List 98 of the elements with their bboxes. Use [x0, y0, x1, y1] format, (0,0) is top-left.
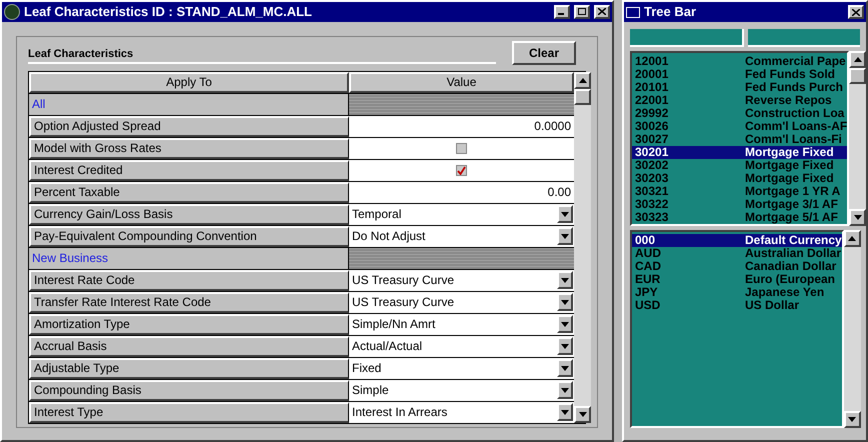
close-button[interactable] [594, 4, 610, 19]
caret-icon [561, 234, 569, 238]
dropdown[interactable]: Simple [349, 380, 574, 400]
row-label: Interest Credited [29, 160, 349, 180]
scroll-down-button[interactable] [844, 411, 861, 428]
row-label: Pay-Equivalent Compounding Convention [29, 226, 349, 246]
list-item[interactable]: 30321 Mortgage 1 YR A [632, 185, 848, 198]
up-arrow-icon [848, 236, 856, 241]
minimize-button[interactable] [554, 4, 570, 19]
list-item[interactable]: 30026 Comm'l Loans-AF [632, 120, 848, 133]
list-item[interactable]: 30202 Mortgage Fixed [632, 159, 848, 172]
caret-icon [561, 322, 569, 326]
checkmark-icon [457, 166, 466, 174]
caret-icon [561, 212, 569, 216]
scroll-up-button[interactable] [849, 51, 866, 68]
row-label: Transfer Rate Interest Rate Code [29, 292, 349, 312]
list-item[interactable]: 30323 Mortgage 5/1 AF [632, 211, 848, 224]
list-item[interactable]: USD US Dollar [632, 299, 842, 312]
dropdown-button[interactable] [557, 271, 573, 289]
list-item[interactable]: 20101 Fed Funds Purch [632, 81, 848, 94]
dropdown-button[interactable] [557, 315, 573, 333]
caret-icon [561, 344, 569, 348]
dropdown[interactable]: Do Not Adjust [349, 226, 574, 246]
list-item[interactable]: 30322 Mortgage 3/1 AF [632, 198, 848, 211]
scrollbar[interactable] [844, 230, 861, 428]
caret-icon [561, 388, 569, 392]
window-title: Leaf Characteristics ID : STAND_ALM_MC.ALL [24, 3, 313, 21]
filter-field[interactable] [748, 29, 860, 47]
list-item[interactable]: 12001 Commercial Pape [632, 55, 848, 68]
scroll-up-button[interactable] [844, 230, 861, 247]
number-field[interactable]: 0.0000 [349, 116, 574, 136]
row-label: Adjustable Type [29, 358, 349, 378]
dropdown-button[interactable] [557, 381, 573, 399]
row-label: Interest Rate Code [29, 270, 349, 290]
scrollbar[interactable] [849, 51, 866, 226]
caret-icon [561, 366, 569, 370]
row-label: Model with Gross Rates [29, 138, 349, 158]
maximize-icon [578, 8, 586, 16]
dropdown-button[interactable] [557, 403, 573, 421]
clear-button[interactable]: Clear [512, 40, 576, 64]
row-label: Compounding Basis [29, 380, 349, 400]
list-item[interactable]: EUR Euro (European [632, 273, 842, 286]
caret-icon [561, 300, 569, 304]
list-item[interactable]: 30201 Mortgage Fixed [632, 146, 848, 159]
dropdown-button[interactable] [557, 337, 573, 355]
column-header: Apply To [29, 72, 349, 92]
down-arrow-icon [848, 417, 856, 422]
list-item[interactable]: 29992 Construction Loa [632, 107, 848, 120]
row-label: All [29, 94, 349, 114]
list-item[interactable]: AUD Australian Dollar [632, 247, 842, 260]
dropdown[interactable]: Temporal [349, 204, 574, 224]
dropdown[interactable]: Interest In Arrears [349, 402, 574, 422]
row-label: Interest Type [29, 402, 349, 422]
dropdown[interactable]: Fixed [349, 358, 574, 378]
panel-title: Leaf Characteristics [28, 46, 496, 64]
close-button[interactable] [848, 5, 864, 19]
down-arrow-icon [854, 215, 862, 220]
dropdown-button[interactable] [557, 227, 573, 245]
scroll-thumb[interactable] [574, 88, 591, 104]
filter-field[interactable] [630, 29, 744, 47]
dropdown[interactable]: Actual/Actual [349, 336, 574, 356]
list-item[interactable]: CAD Canadian Dollar [632, 260, 842, 273]
up-arrow-icon [854, 57, 862, 62]
down-arrow-icon [578, 412, 586, 416]
list-item[interactable]: 20001 Fed Funds Sold [632, 68, 848, 81]
dropdown-button[interactable] [557, 359, 573, 377]
scroll-up-button[interactable] [574, 72, 591, 88]
list-item[interactable]: 000 Default Currency [632, 234, 842, 247]
dropdown[interactable]: US Treasury Curve [349, 292, 574, 312]
caret-icon [561, 278, 569, 282]
dropdown-button[interactable] [557, 205, 573, 223]
app-icon [4, 4, 20, 20]
row-label: Amortization Type [29, 314, 349, 334]
row-label: Option Adjusted Spread [29, 116, 349, 136]
maximize-button[interactable] [574, 4, 590, 19]
up-arrow-icon [578, 78, 586, 82]
scrollbar[interactable] [574, 72, 591, 422]
dropdown-button[interactable] [557, 293, 573, 311]
checkbox[interactable] [456, 142, 467, 154]
list-item[interactable]: 30027 Comm'l Loans-Fi [632, 133, 848, 146]
dropdown[interactable]: Simple/Nn Amrt [349, 314, 574, 334]
close-icon [852, 8, 860, 16]
row-label: Accrual Basis [29, 336, 349, 356]
column-header: Value [349, 72, 574, 92]
close-icon [598, 8, 606, 16]
scroll-down-button[interactable] [574, 406, 591, 422]
scroll-thumb[interactable] [849, 68, 866, 84]
list-item[interactable]: 22001 Reverse Repos [632, 94, 848, 107]
row-label: Percent Taxable [29, 182, 349, 202]
list-item[interactable]: JPY Japanese Yen [632, 286, 842, 299]
dropdown[interactable]: US Treasury Curve [349, 270, 574, 290]
row-label: Currency Gain/Loss Basis [29, 204, 349, 224]
caret-icon [561, 410, 569, 414]
checkbox[interactable] [456, 164, 467, 176]
number-field[interactable]: 0.00 [349, 182, 574, 202]
list-item[interactable]: 30203 Mortgage Fixed [632, 172, 848, 185]
scroll-down-button[interactable] [849, 209, 866, 226]
window-title: Tree Bar [644, 3, 698, 22]
